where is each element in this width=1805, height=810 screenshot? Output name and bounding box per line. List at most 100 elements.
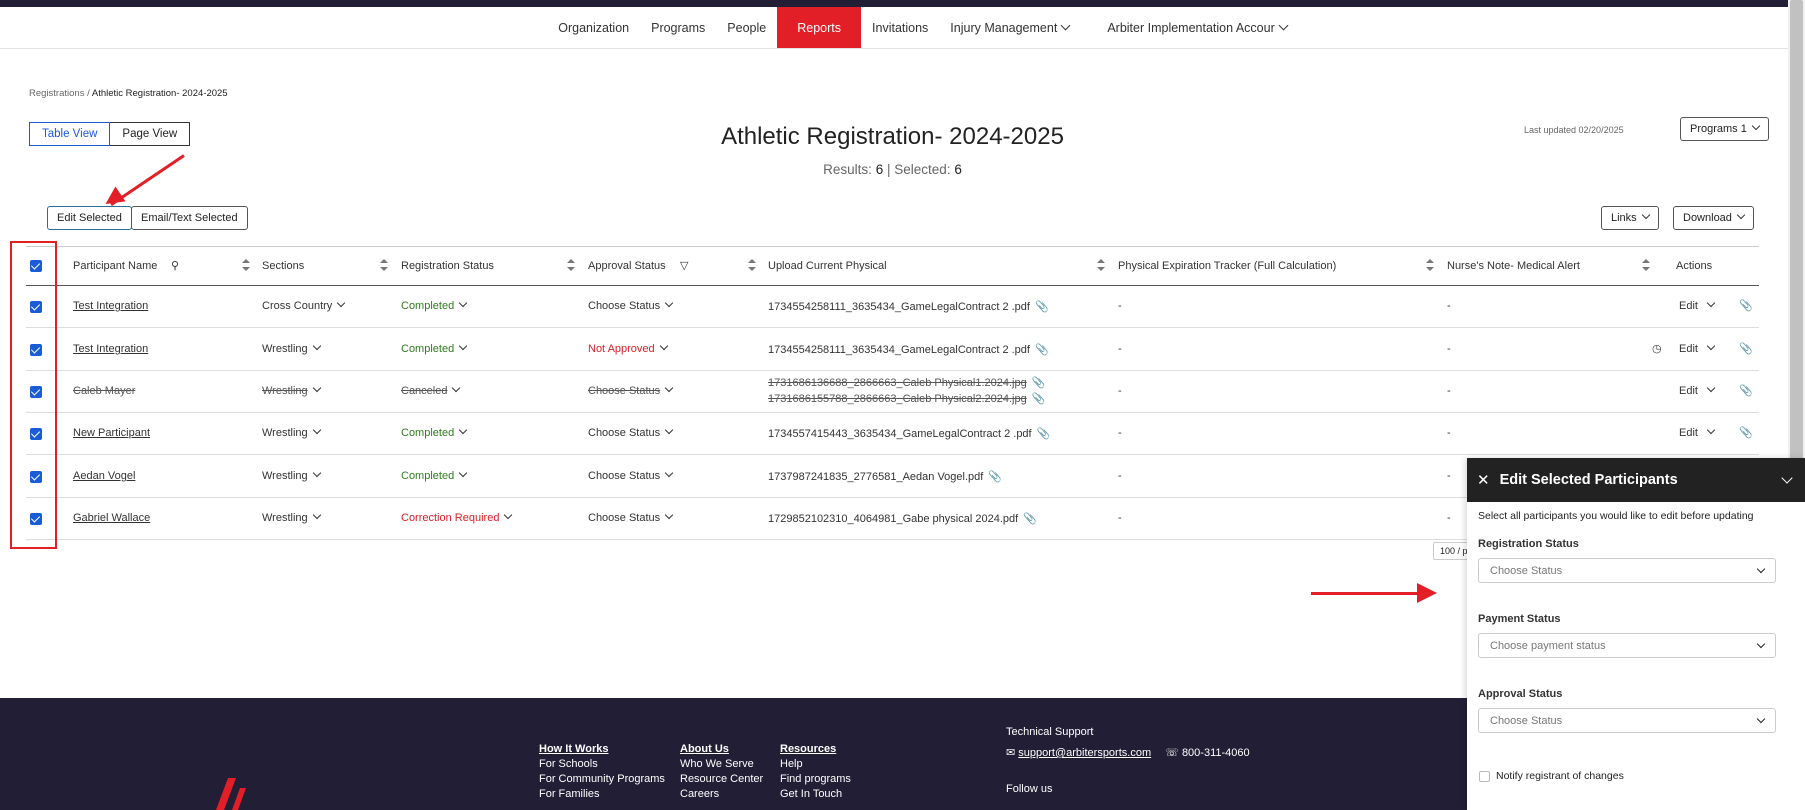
footer-link[interactable]: For Community Programs bbox=[539, 772, 665, 787]
registration-status-select[interactable]: Completed bbox=[401, 468, 468, 482]
physical-file-link[interactable]: 1734557415443_3635434_GameLegalContract … bbox=[768, 427, 1050, 440]
chevron-down-icon bbox=[1756, 564, 1766, 574]
approval-status-select[interactable]: Choose Status bbox=[588, 298, 674, 312]
col-upload-physical[interactable]: Upload Current Physical bbox=[768, 260, 887, 272]
footer-link[interactable]: Find programs bbox=[780, 772, 851, 787]
paperclip-icon[interactable]: 📎 bbox=[1739, 384, 1753, 397]
footer-link[interactable]: Who We Serve bbox=[680, 757, 763, 772]
physical-file-link[interactable]: 1734554258111_3635434_GameLegalContract … bbox=[768, 343, 1049, 356]
registration-status-select[interactable]: Completed bbox=[401, 298, 468, 312]
registration-status-select[interactable]: Correction Required bbox=[401, 510, 513, 524]
approval-status-select[interactable]: Choose Status bbox=[588, 425, 674, 439]
download-button[interactable]: Download bbox=[1673, 206, 1754, 230]
sort-icon[interactable] bbox=[380, 259, 388, 271]
participant-name-link[interactable]: Test Integration bbox=[73, 300, 148, 312]
nav-organization[interactable]: Organization bbox=[547, 7, 640, 48]
physical-file-link[interactable]: 1737987241835_2776581_Aedan Vogel.pdf 📎 bbox=[768, 470, 1002, 483]
nav-injury-management[interactable]: Injury Management bbox=[939, 7, 1080, 48]
registration-status-value: Completed bbox=[401, 427, 455, 439]
approval-status-select[interactable]: Not Approved bbox=[588, 341, 668, 355]
sort-icon[interactable] bbox=[1097, 259, 1105, 271]
sort-icon[interactable] bbox=[1426, 259, 1434, 271]
footer-link[interactable]: Careers bbox=[680, 787, 763, 802]
edit-action-button[interactable]: Edit bbox=[1679, 341, 1716, 355]
expiration-value: - bbox=[1118, 427, 1122, 439]
sort-icon[interactable] bbox=[567, 259, 575, 271]
breadcrumb-parent[interactable]: Registrations bbox=[29, 88, 84, 99]
section-select[interactable]: Wrestling bbox=[262, 510, 321, 524]
footer-link[interactable]: For Schools bbox=[539, 757, 665, 772]
col-participant-name[interactable]: Participant Name bbox=[73, 260, 157, 272]
nav-reports[interactable]: Reports bbox=[777, 7, 862, 48]
col-registration-status[interactable]: Registration Status bbox=[401, 260, 494, 272]
phone-link[interactable]: ☏ 800-311-4060 bbox=[1165, 746, 1250, 759]
participant-name-link[interactable]: Test Integration bbox=[73, 343, 148, 355]
history-icon[interactable]: ◷ bbox=[1652, 342, 1662, 355]
payment-status-select[interactable]: Choose payment status bbox=[1478, 633, 1776, 658]
links-button[interactable]: Links bbox=[1601, 206, 1659, 230]
expiration-value: - bbox=[1118, 512, 1122, 524]
search-icon[interactable]: ⚲ bbox=[171, 259, 179, 272]
nav-people[interactable]: People bbox=[716, 7, 777, 48]
email-text: support@arbitersports.com bbox=[1018, 747, 1152, 759]
approval-status-select[interactable]: Choose Status bbox=[588, 383, 674, 397]
footer-link[interactable]: Help bbox=[780, 757, 851, 772]
participant-name-link[interactable]: Gabriel Wallace bbox=[73, 512, 150, 524]
physical-file-link[interactable]: 1734554258111_3635434_GameLegalContract … bbox=[768, 300, 1049, 313]
registration-status-select[interactable]: Canceled bbox=[401, 383, 461, 397]
edit-selected-button[interactable]: Edit Selected bbox=[47, 206, 132, 230]
footer-link[interactable]: For Families bbox=[539, 787, 665, 802]
sort-icon[interactable] bbox=[1642, 259, 1650, 271]
payment-status-value: Choose payment status bbox=[1490, 639, 1606, 652]
nav-account[interactable]: Arbiter Implementation Accour bbox=[1096, 7, 1297, 48]
close-icon[interactable]: ✕ bbox=[1477, 471, 1490, 489]
registration-status-select[interactable]: Completed bbox=[401, 341, 468, 355]
chevron-down-icon[interactable] bbox=[1781, 472, 1793, 484]
email-link[interactable]: ✉ support@arbitersports.com bbox=[1006, 746, 1151, 759]
approval-status-select[interactable]: Choose Status bbox=[588, 468, 674, 482]
nav-programs[interactable]: Programs bbox=[640, 7, 716, 48]
footer-heading[interactable]: How It Works bbox=[539, 742, 665, 757]
footer-link[interactable]: Get In Touch bbox=[780, 787, 851, 802]
filter-icon[interactable]: ▽ bbox=[680, 259, 688, 272]
footer-heading[interactable]: About Us bbox=[680, 742, 763, 757]
email-text-selected-button[interactable]: Email/Text Selected bbox=[131, 206, 248, 230]
footer-heading[interactable]: Resources bbox=[780, 742, 851, 757]
col-physical-expiration[interactable]: Physical Expiration Tracker (Full Calcul… bbox=[1118, 260, 1336, 272]
sort-icon[interactable] bbox=[748, 259, 756, 271]
section-select[interactable]: Wrestling bbox=[262, 341, 321, 355]
physical-file-link[interactable]: 1731686136688_2866663_Caleb Physical1.20… bbox=[768, 376, 1045, 389]
edit-label: Edit bbox=[1679, 385, 1698, 397]
nav-invitations[interactable]: Invitations bbox=[861, 7, 939, 48]
registration-status-select[interactable]: Completed bbox=[401, 425, 468, 439]
col-nurse-note[interactable]: Nurse's Note- Medical Alert bbox=[1447, 260, 1580, 272]
sort-icon[interactable] bbox=[242, 259, 250, 271]
participant-name-link[interactable]: Aedan Vogel bbox=[73, 470, 135, 482]
paperclip-icon[interactable]: 📎 bbox=[1739, 426, 1753, 439]
registration-status-select[interactable]: Choose Status bbox=[1478, 558, 1776, 583]
approval-status-select[interactable]: Choose Status bbox=[588, 510, 674, 524]
physical-file-link[interactable]: 1731686155788_2866663_Caleb Physical2.20… bbox=[768, 392, 1045, 405]
col-sections[interactable]: Sections bbox=[262, 260, 304, 272]
paperclip-icon[interactable]: 📎 bbox=[1739, 299, 1753, 312]
participant-name-link[interactable]: Caleb Mayer bbox=[73, 385, 135, 397]
follow-us-label: Follow us bbox=[1006, 783, 1053, 795]
section-select[interactable]: Wrestling bbox=[262, 468, 321, 482]
paperclip-icon[interactable]: 📎 bbox=[1739, 342, 1753, 355]
col-approval-status[interactable]: Approval Status bbox=[588, 260, 666, 272]
section-select[interactable]: Wrestling bbox=[262, 425, 321, 439]
participant-name-link[interactable]: New Participant bbox=[73, 427, 150, 439]
edit-action-button[interactable]: Edit bbox=[1679, 425, 1716, 439]
edit-action-button[interactable]: Edit bbox=[1679, 383, 1716, 397]
physical-file-link[interactable]: 1729852102310_4064981_Gabe physical 2024… bbox=[768, 512, 1037, 525]
approval-status-select[interactable]: Choose Status bbox=[1478, 708, 1776, 733]
approval-status-value: Choose Status bbox=[588, 512, 661, 524]
notify-checkbox[interactable] bbox=[1479, 770, 1490, 782]
section-select[interactable]: Wrestling bbox=[262, 383, 321, 397]
footer-link[interactable]: Resource Center bbox=[680, 772, 763, 787]
programs-filter-button[interactable]: Programs 1 bbox=[1680, 117, 1769, 141]
section-value: Wrestling bbox=[262, 385, 308, 397]
section-select[interactable]: Cross Country bbox=[262, 298, 346, 312]
notify-registrant[interactable]: Notify registrant of changes bbox=[1479, 770, 1624, 782]
edit-action-button[interactable]: Edit bbox=[1679, 298, 1716, 312]
